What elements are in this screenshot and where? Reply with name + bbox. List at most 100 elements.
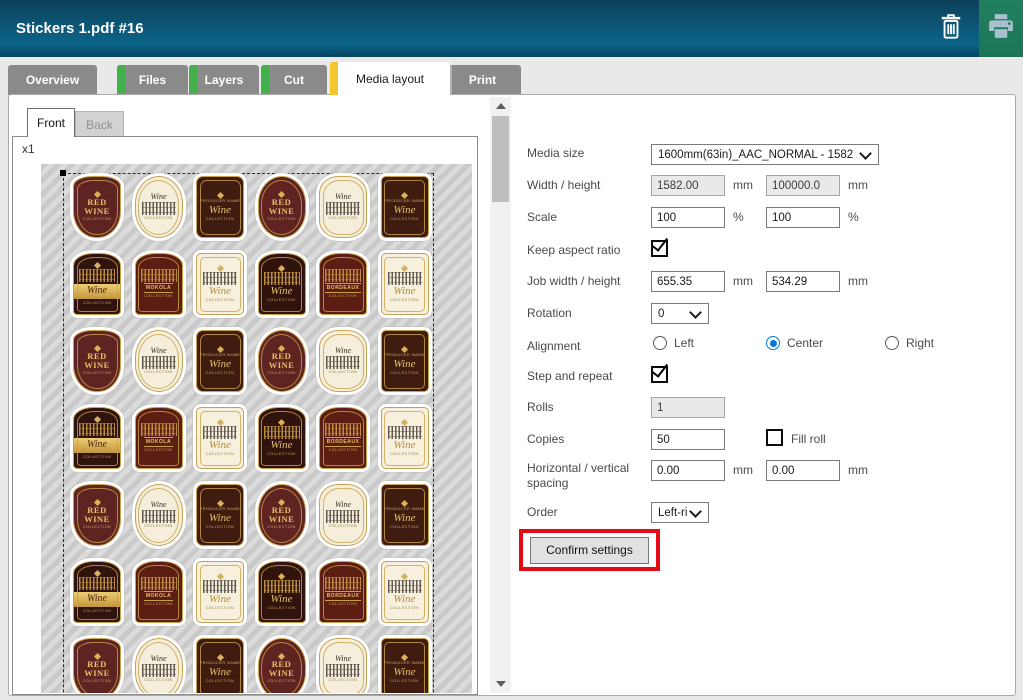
step-and-repeat-label: Step and repeat: [527, 369, 647, 384]
scrollbar-thumb[interactable]: [492, 116, 509, 202]
sticker-wine-cream-rect: WineCOLLECTION: [196, 407, 244, 469]
tab-files[interactable]: Files: [117, 65, 188, 95]
copies-field[interactable]: [651, 429, 725, 450]
vertical-spacing-unit: mm: [848, 463, 868, 477]
sticker-red-wine-shield: RED WINECOLLECTION: [73, 484, 121, 546]
fill-roll-label: Fill roll: [791, 432, 826, 446]
rotation-label: Rotation: [527, 306, 647, 321]
rolls-field[interactable]: [651, 397, 725, 418]
sticker-red-wine-oval: RED WINECOLLECTION: [258, 176, 306, 238]
sticker-wine-dark-grapes: WineCOLLECTION: [258, 407, 306, 469]
print-button[interactable]: [979, 0, 1023, 57]
printer-icon: [986, 11, 1016, 46]
trash-icon: [937, 11, 965, 46]
confirm-settings-highlight: Confirm settings: [519, 529, 660, 571]
sticker-wine-oval-cream: WineCOLLECTION: [135, 484, 183, 546]
chevron-down-icon: [859, 147, 872, 160]
vertical-scrollbar[interactable]: [490, 97, 511, 693]
sticker-wine-pill-cream: WineCOLLECTION: [319, 638, 367, 693]
keep-aspect-ratio-checkbox[interactable]: [651, 240, 668, 257]
tab-layers-label: Layers: [205, 73, 244, 87]
media-width-field[interactable]: [651, 175, 725, 196]
scale-x-field[interactable]: [651, 207, 725, 228]
sticker-red-wine-oval: RED WINECOLLECTION: [258, 484, 306, 546]
sticker-mokola-label: MOKOLACOLLECTION: [135, 407, 183, 469]
tab-overview[interactable]: Overview: [8, 65, 97, 95]
sticker-producer-wine-rect: PRODUCER NAMEWineCOLLECTION: [381, 638, 429, 693]
tab-print-label: Print: [469, 73, 496, 87]
media-layout-panel: Front Back x1 RED WINECOLLECTION WineCOLL…: [8, 94, 1016, 696]
media-size-label: Media size: [527, 146, 647, 161]
tab-media-layout-label: Media layout: [356, 72, 424, 86]
tab-files-label: Files: [139, 73, 166, 87]
sticker-producer-wine-dark: PRODUCER NAMEWineCOLLECTION: [196, 484, 244, 546]
selection-handle[interactable]: [60, 170, 66, 176]
horizontal-spacing-field[interactable]: [651, 460, 725, 481]
scale-label: Scale: [527, 210, 647, 225]
order-label: Order: [527, 505, 647, 520]
order-select[interactable]: Left-right: [651, 502, 709, 523]
width-height-label: Width / height: [527, 178, 647, 193]
radio-icon: [653, 336, 667, 350]
tab-front[interactable]: Front: [27, 108, 75, 137]
preview-scale-label: x1: [22, 142, 35, 156]
sticker-wine-pill-cream: WineCOLLECTION: [319, 176, 367, 238]
alignment-right-label: Right: [906, 336, 934, 350]
sticker-wine-cream-rect: WineCOLLECTION: [196, 561, 244, 623]
tab-front-label: Front: [37, 116, 65, 130]
scroll-up-arrow[interactable]: [490, 97, 511, 115]
vertical-spacing-field[interactable]: [766, 460, 840, 481]
alignment-label: Alignment: [527, 339, 647, 354]
scroll-down-arrow[interactable]: [490, 675, 511, 693]
chevron-down-icon: [689, 505, 702, 518]
title-bar: Stickers 1.pdf #16: [0, 0, 1023, 57]
scale-y-field[interactable]: [766, 207, 840, 228]
job-height-field[interactable]: [766, 271, 840, 292]
media-preview-area: RED WINECOLLECTION WineCOLLECTION PRODUCER…: [41, 164, 472, 693]
sticker-red-wine-oval: RED WINECOLLECTION: [258, 330, 306, 392]
tab-back[interactable]: Back: [75, 111, 124, 137]
media-height-unit: mm: [848, 178, 868, 192]
sticker-wine-oval-cream: WineCOLLECTION: [135, 330, 183, 392]
keep-aspect-ratio-label: Keep aspect ratio: [527, 243, 647, 258]
radio-icon: [766, 336, 780, 350]
spacing-label: Horizontal / vertical spacing: [527, 461, 647, 491]
sticker-wine-gold-band: WineCOLLECTION: [73, 253, 121, 315]
sticker-producer-wine-dark: PRODUCER NAMEWineCOLLECTION: [196, 638, 244, 693]
media-width-unit: mm: [733, 178, 753, 192]
radio-icon: [885, 336, 899, 350]
tab-cut-status-indicator: [261, 65, 269, 95]
sticker-wine-cream-rect-2: WineCOLLECTION: [381, 253, 429, 315]
fill-roll-checkbox[interactable]: [766, 429, 783, 446]
alignment-left-radio[interactable]: Left: [653, 336, 694, 350]
media-height-field[interactable]: [766, 175, 840, 196]
delete-job-button[interactable]: [930, 0, 972, 57]
job-height-unit: mm: [848, 274, 868, 288]
alignment-left-label: Left: [674, 336, 694, 350]
alignment-center-radio[interactable]: Center: [766, 336, 823, 350]
tab-cut[interactable]: Cut: [261, 65, 327, 95]
tab-layers[interactable]: Layers: [189, 65, 259, 95]
alignment-right-radio[interactable]: Right: [885, 336, 934, 350]
sticker-wine-oval-cream: WineCOLLECTION: [135, 638, 183, 693]
scale-x-unit: %: [733, 210, 744, 224]
sticker-red-wine-shield: RED WINECOLLECTION: [73, 176, 121, 238]
tab-files-status-indicator: [117, 65, 125, 95]
job-width-height-label: Job width / height: [527, 274, 647, 289]
alignment-center-label: Center: [787, 336, 823, 350]
sticker-wine-gold-band: WineCOLLECTION: [73, 561, 121, 623]
tab-media-layout[interactable]: Media layout: [330, 62, 450, 95]
rotation-select[interactable]: 0: [651, 303, 709, 324]
sticker-wine-gold-band: WineCOLLECTION: [73, 407, 121, 469]
tab-print[interactable]: Print: [444, 65, 521, 95]
job-width-field[interactable]: [651, 271, 725, 292]
step-and-repeat-checkbox[interactable]: [651, 366, 668, 383]
sticker-bordeaux-label: BORDEAUXCOLLECTION: [319, 407, 367, 469]
scale-y-unit: %: [848, 210, 859, 224]
sticker-wine-cream-rect: WineCOLLECTION: [196, 253, 244, 315]
sticker-red-wine-shield: RED WINECOLLECTION: [73, 638, 121, 693]
tab-back-label: Back: [86, 118, 113, 132]
media-size-select[interactable]: 1600mm(63in)_AAC_NORMAL - 1582 x 10000: [651, 144, 879, 165]
confirm-settings-button[interactable]: Confirm settings: [530, 537, 649, 564]
sticker-wine-dark-grapes: WineCOLLECTION: [258, 561, 306, 623]
